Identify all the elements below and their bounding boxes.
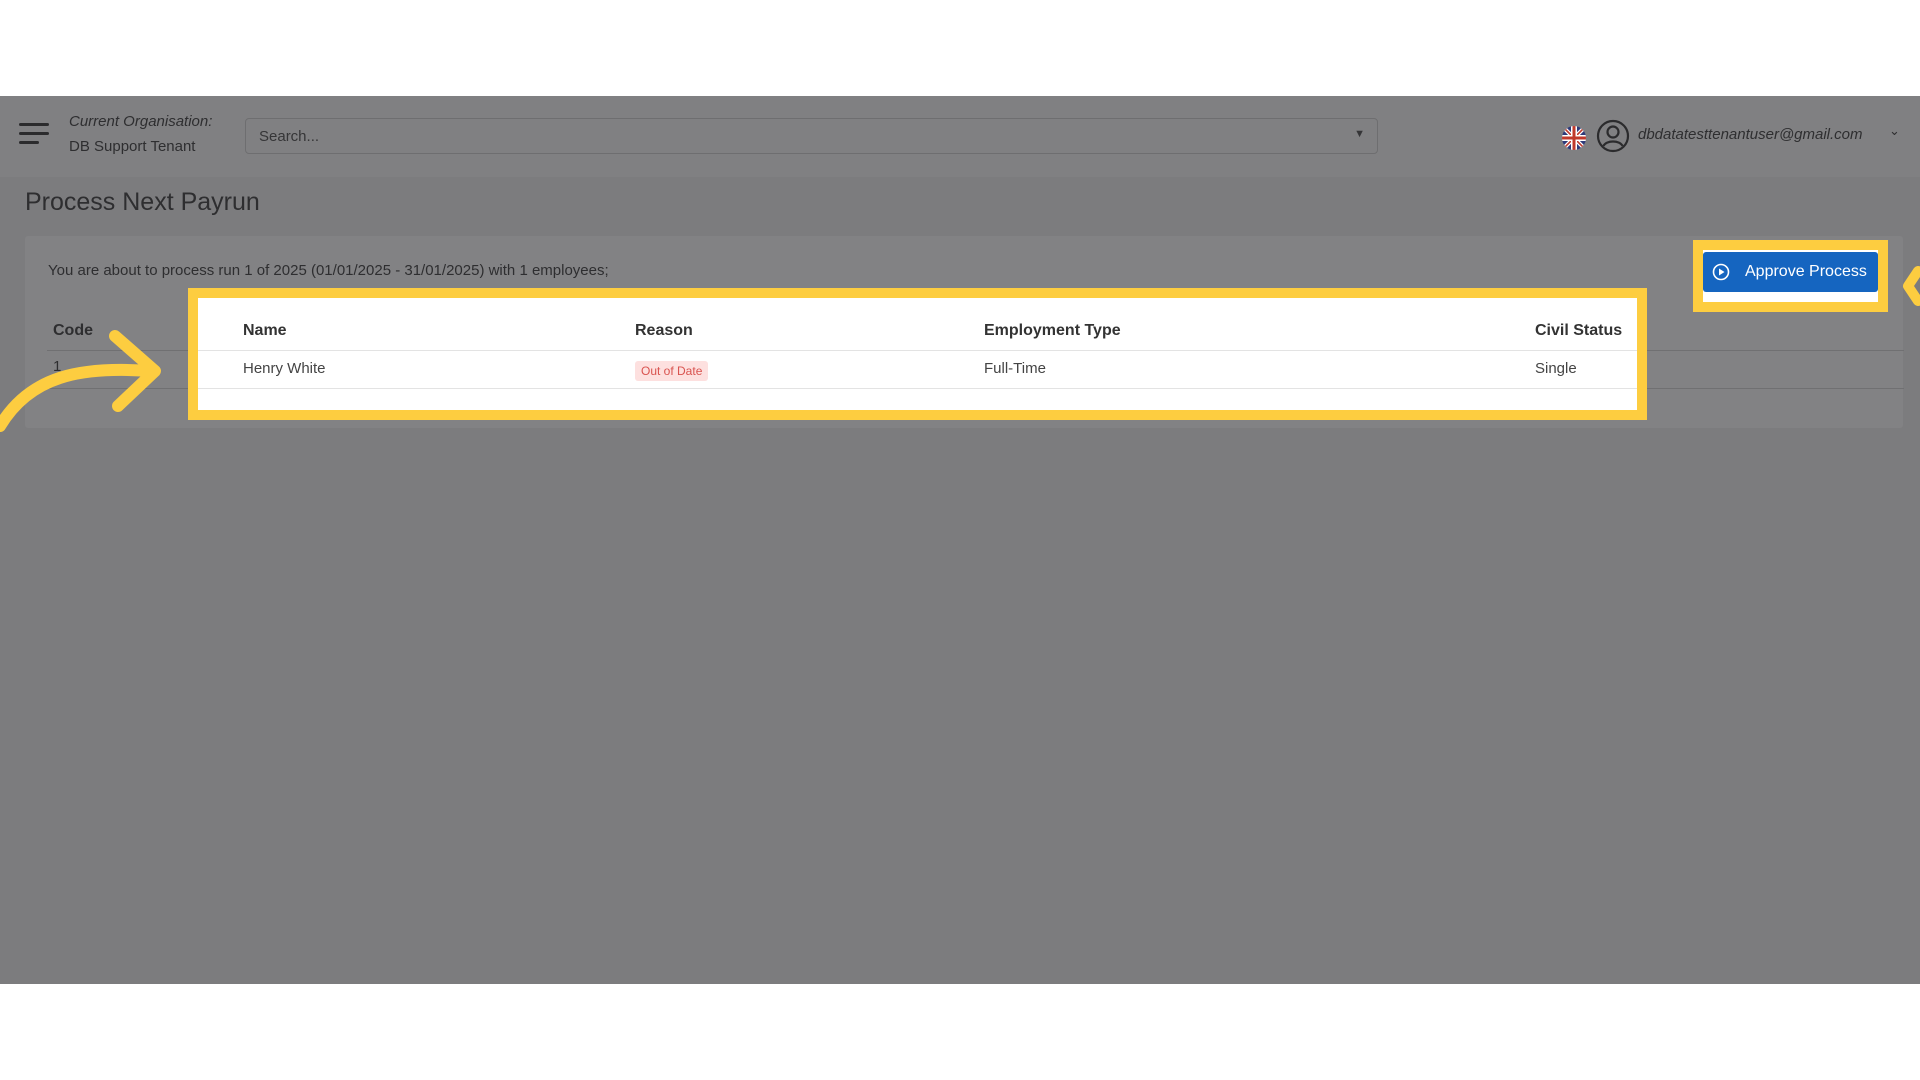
search-select[interactable]: Search... ▼: [245, 118, 1378, 154]
approve-process-button[interactable]: Approve Process: [1703, 252, 1878, 292]
employee-table-highlight: Name Reason Employment Type Civil Status…: [188, 288, 1647, 420]
user-email[interactable]: dbdatatesttenantuser@gmail.com: [1638, 126, 1863, 143]
approve-button-highlight: Approve Process: [1693, 240, 1888, 312]
column-header-civil-status: Civil Status: [1535, 322, 1623, 339]
chevron-down-icon: ▼: [1354, 128, 1365, 140]
status-badge: Out of Date: [635, 361, 709, 381]
divider: [198, 350, 1637, 351]
chevron-down-icon[interactable]: ⌄: [1889, 123, 1900, 139]
process-summary-text: You are about to process run 1 of 2025 (…: [48, 262, 609, 279]
divider: [198, 388, 1637, 389]
column-header-employment-type: Employment Type: [984, 322, 1121, 339]
cell-employment-type: Full-Time: [984, 360, 1046, 377]
play-circle-icon: [1712, 263, 1730, 281]
user-avatar-icon[interactable]: [1596, 119, 1630, 158]
page-title: Process Next Payrun: [25, 188, 260, 216]
cell-employee-name[interactable]: Henry White: [243, 360, 326, 377]
column-header-name: Name: [243, 322, 287, 339]
tutorial-arrow-icon: [0, 330, 161, 432]
tutorial-arrow-icon: [1903, 266, 1920, 306]
current-organisation-label: Current Organisation:: [69, 113, 213, 130]
cell-civil-status: Single: [1535, 360, 1577, 377]
uk-flag-icon[interactable]: [1562, 126, 1586, 150]
top-navigation-bar: Current Organisation: DB Support Tenant …: [0, 96, 1920, 177]
approve-process-label: Approve Process: [1745, 263, 1867, 280]
current-organisation-name[interactable]: DB Support Tenant: [69, 138, 195, 155]
hamburger-menu-icon[interactable]: [19, 123, 49, 149]
search-placeholder: Search...: [259, 128, 320, 145]
app-frame: Current Organisation: DB Support Tenant …: [0, 96, 1920, 984]
column-header-reason: Reason: [635, 322, 693, 339]
